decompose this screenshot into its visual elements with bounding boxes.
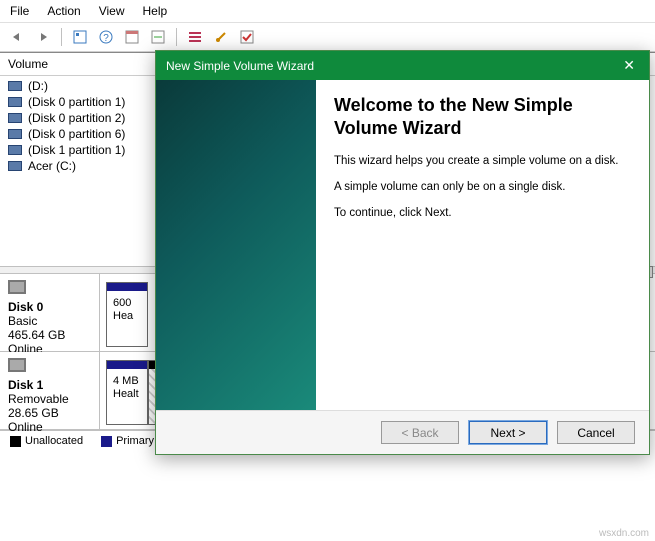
partition-stripe xyxy=(107,361,147,369)
volume-icon xyxy=(8,161,22,171)
wizard-titlebar[interactable]: New Simple Volume Wizard ✕ xyxy=(156,51,649,80)
new-simple-volume-wizard: New Simple Volume Wizard ✕ Welcome to th… xyxy=(155,50,650,455)
settings-button[interactable] xyxy=(210,26,232,48)
partition-size: 4 MB xyxy=(113,375,141,388)
back-button[interactable] xyxy=(6,26,28,48)
wizard-button-row: < Back Next > Cancel xyxy=(156,410,649,454)
menu-bar: File Action View Help xyxy=(0,0,655,23)
swatch-unallocated-icon xyxy=(10,436,21,447)
disk-info[interactable]: Disk 1 Removable 28.65 GB Online xyxy=(0,352,100,429)
volume-label: (Disk 0 partition 1) xyxy=(28,95,125,109)
disk-size: 28.65 GB xyxy=(8,406,91,420)
disk-type: Basic xyxy=(8,314,91,328)
volume-label: Acer (C:) xyxy=(28,159,76,173)
disk-name: Disk 0 xyxy=(8,300,91,314)
list-view-button[interactable] xyxy=(184,26,206,48)
help-button[interactable]: ? xyxy=(95,26,117,48)
toolbar-separator xyxy=(61,28,62,46)
volume-icon xyxy=(8,113,22,123)
menu-help[interactable]: Help xyxy=(143,4,168,18)
close-icon[interactable]: ✕ xyxy=(619,57,639,74)
volume-label: (Disk 1 partition 1) xyxy=(28,143,125,157)
volume-icon xyxy=(8,97,22,107)
forward-button[interactable] xyxy=(32,26,54,48)
next-button[interactable]: Next > xyxy=(469,421,547,444)
partition-size: 600 xyxy=(113,297,141,310)
properties-button[interactable] xyxy=(69,26,91,48)
check-button[interactable] xyxy=(236,26,258,48)
partition[interactable]: 600 Hea xyxy=(106,282,148,347)
volume-icon xyxy=(8,145,22,155)
menu-file[interactable]: File xyxy=(10,4,29,18)
disk-icon xyxy=(8,358,26,372)
volume-label: (Disk 0 partition 6) xyxy=(28,127,125,141)
disk-icon xyxy=(8,280,26,294)
wizard-heading: Welcome to the New Simple Volume Wizard xyxy=(334,94,631,139)
volume-icon xyxy=(8,81,22,91)
disk-size: 465.64 GB xyxy=(8,328,91,342)
swatch-primary-icon xyxy=(101,436,112,447)
legend-label: Unallocated xyxy=(25,435,83,447)
watermark: wsxdn.com xyxy=(599,528,649,539)
disk-status: Online xyxy=(8,420,91,434)
wizard-text: This wizard helps you create a simple vo… xyxy=(334,155,631,167)
volume-label: (D:) xyxy=(28,79,48,93)
menu-view[interactable]: View xyxy=(99,4,125,18)
toolbar-separator xyxy=(176,28,177,46)
menu-action[interactable]: Action xyxy=(47,4,80,18)
svg-text:?: ? xyxy=(103,33,109,44)
wizard-sidebar-graphic xyxy=(156,80,316,410)
volume-icon xyxy=(8,129,22,139)
wizard-text: A simple volume can only be on a single … xyxy=(334,181,631,193)
back-button: < Back xyxy=(381,421,459,444)
wizard-body: Welcome to the New Simple Volume Wizard … xyxy=(156,80,649,410)
volume-label: (Disk 0 partition 2) xyxy=(28,111,125,125)
refresh-button[interactable] xyxy=(121,26,143,48)
cancel-button[interactable]: Cancel xyxy=(557,421,635,444)
toolbar: ? xyxy=(0,23,655,52)
disk-type: Removable xyxy=(8,392,91,406)
wizard-text: To continue, click Next. xyxy=(334,207,631,219)
legend-unallocated: Unallocated xyxy=(10,435,83,447)
disk-name: Disk 1 xyxy=(8,378,91,392)
disk-info[interactable]: Disk 0 Basic 465.64 GB Online xyxy=(0,274,100,351)
partition-stripe xyxy=(107,283,147,291)
partition-status: Hea xyxy=(113,310,141,323)
partition[interactable]: 4 MB Healt xyxy=(106,360,148,425)
partition-status: Healt xyxy=(113,388,141,401)
wizard-title-text: New Simple Volume Wizard xyxy=(166,59,314,73)
wizard-content: Welcome to the New Simple Volume Wizard … xyxy=(316,80,649,410)
rescan-button[interactable] xyxy=(147,26,169,48)
